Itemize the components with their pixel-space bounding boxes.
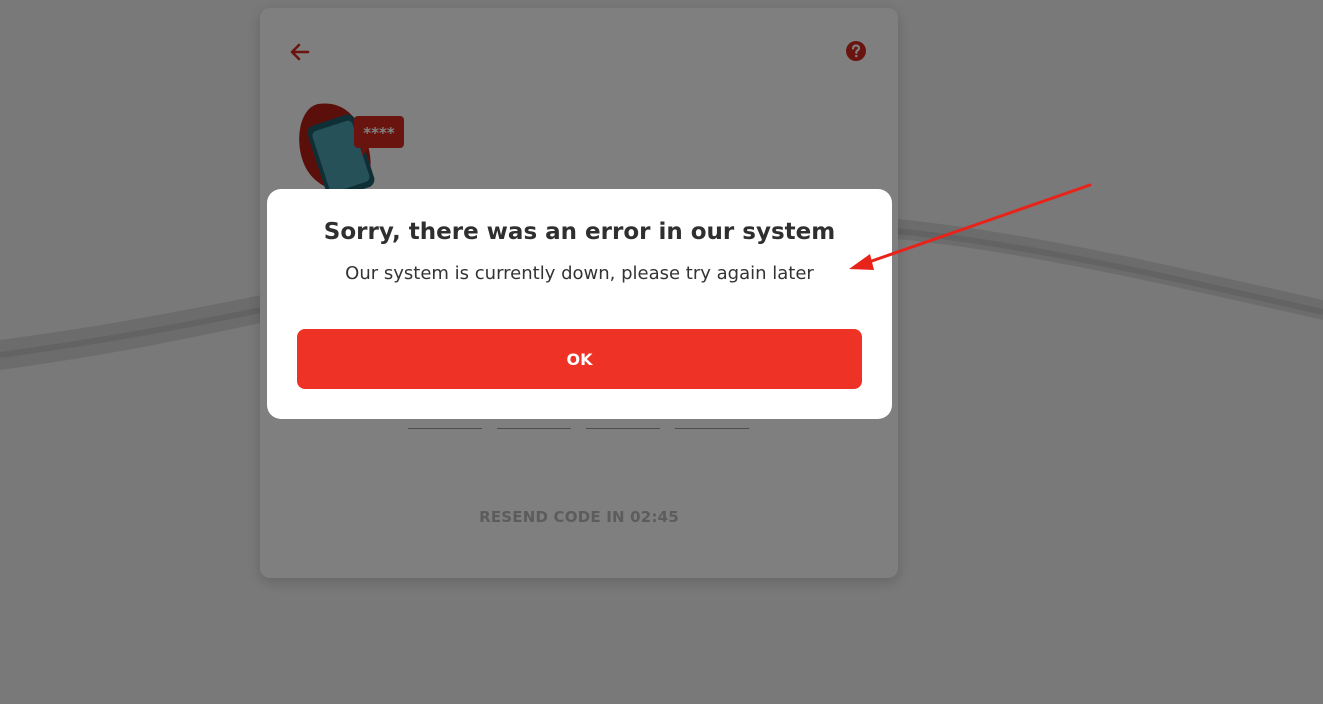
ok-button[interactable]: OK — [297, 329, 862, 389]
error-dialog: Sorry, there was an error in our system … — [267, 189, 892, 419]
page: **** RESEND CODE IN 02:45 Sorry, there w… — [0, 0, 1323, 704]
error-message: Our system is currently down, please try… — [345, 263, 814, 284]
error-title: Sorry, there was an error in our system — [323, 219, 836, 245]
